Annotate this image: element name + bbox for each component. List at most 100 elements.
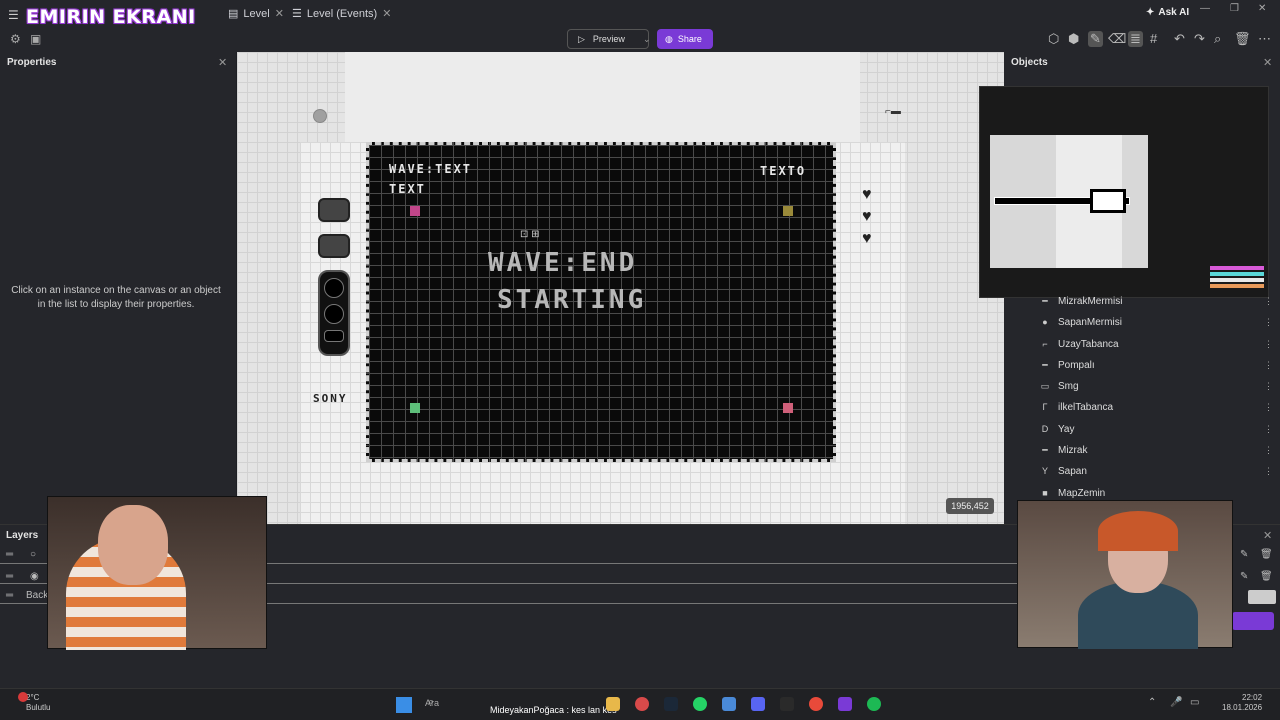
edit-icon[interactable]: ✎ bbox=[1240, 549, 1248, 560]
controller-button[interactable] bbox=[318, 234, 350, 258]
more-icon[interactable]: ⋮ bbox=[1264, 466, 1273, 477]
more-icon[interactable]: ⋮ bbox=[1264, 296, 1273, 307]
more-icon[interactable]: ⋮ bbox=[1264, 381, 1273, 392]
taskbar-clock[interactable]: 22:02 18.01.2026 bbox=[1222, 693, 1262, 713]
trash-icon[interactable]: 🗑 bbox=[1234, 31, 1251, 47]
edit-icon[interactable]: ✎ bbox=[1088, 31, 1103, 47]
app-icon[interactable] bbox=[780, 697, 794, 711]
list-item[interactable]: ▭ Smg ⋮ bbox=[1040, 379, 1273, 393]
controller-button[interactable] bbox=[318, 198, 350, 222]
small-sprite-icon[interactable]: ⊡ ⊞ bbox=[520, 229, 540, 240]
monitor-icon[interactable]: ▭ bbox=[1190, 697, 1199, 708]
spotify-icon[interactable] bbox=[867, 697, 881, 711]
list-item[interactable]: D Yay ⋮ bbox=[1040, 422, 1273, 436]
spawn-marker[interactable] bbox=[783, 403, 793, 413]
spawn-marker[interactable] bbox=[410, 403, 420, 413]
more-icon[interactable]: ⋮ bbox=[1264, 402, 1273, 413]
grid-icon[interactable]: # bbox=[1150, 31, 1157, 46]
layers-icon[interactable]: ≣ bbox=[1128, 31, 1143, 47]
list-item[interactable]: ━ Mizrak ⋮ bbox=[1040, 443, 1273, 457]
cubes-icon[interactable]: ⬢ bbox=[1068, 31, 1079, 47]
windows-start-icon[interactable] bbox=[396, 697, 412, 713]
more-icon[interactable]: ⋮ bbox=[1264, 424, 1273, 435]
shotgun-icon: ━ bbox=[1042, 359, 1048, 370]
hud-text[interactable]: TEXT bbox=[389, 182, 426, 196]
spawn-marker[interactable] bbox=[410, 206, 420, 216]
edit-icon[interactable]: ✎ bbox=[1240, 571, 1248, 582]
add-layer-button[interactable] bbox=[1232, 612, 1274, 630]
discord-icon[interactable] bbox=[751, 697, 765, 711]
chevron-up-icon[interactable]: ⌃ bbox=[1148, 697, 1156, 708]
minimize-icon[interactable]: — bbox=[1200, 3, 1210, 14]
preview-label: Preview bbox=[592, 34, 625, 44]
share-button[interactable]: ◍ Share bbox=[657, 29, 713, 49]
close-icon[interactable]: ✕ bbox=[218, 56, 227, 69]
traffic-light-sprite[interactable] bbox=[318, 270, 350, 356]
hud-wave-text[interactable]: WAVE:TEXT bbox=[389, 162, 472, 176]
tab-level[interactable]: ▤ Level ✕ bbox=[228, 7, 284, 21]
drag-handle-icon[interactable]: ═ bbox=[6, 571, 13, 582]
settings-icon[interactable]: ⚙ bbox=[10, 32, 21, 46]
app-icon[interactable] bbox=[722, 697, 736, 711]
list-item[interactable]: ━ Pompalı ⋮ bbox=[1040, 358, 1273, 372]
steam-icon[interactable] bbox=[664, 697, 678, 711]
whatsapp-icon[interactable] bbox=[693, 697, 707, 711]
spear-icon: ━ bbox=[1042, 295, 1048, 306]
chrome-icon[interactable] bbox=[809, 697, 823, 711]
list-icon: ☰ bbox=[292, 8, 302, 20]
spawn-marker[interactable] bbox=[783, 206, 793, 216]
visibility-icon[interactable]: ○ bbox=[30, 549, 36, 560]
layer-name-back[interactable]: Back bbox=[26, 590, 48, 601]
app-icon[interactable] bbox=[635, 697, 649, 711]
folder-icon[interactable] bbox=[606, 697, 620, 711]
light-square bbox=[324, 330, 344, 342]
preview-button[interactable]: ▷ Preview ⌄ bbox=[567, 29, 651, 49]
wave-starting-text[interactable]: STARTING bbox=[497, 285, 646, 315]
layer-color-swatch[interactable] bbox=[1248, 590, 1276, 604]
drag-handle-icon[interactable]: ═ bbox=[6, 590, 13, 601]
close-icon[interactable]: ✕ bbox=[1263, 529, 1272, 542]
wave-end-text[interactable]: WAVE:END bbox=[488, 248, 637, 278]
list-item[interactable]: Y Sapan ⋮ bbox=[1040, 464, 1273, 478]
ask-ai-button[interactable]: ✦ Ask AI bbox=[1146, 7, 1189, 18]
close-icon[interactable]: ✕ bbox=[1263, 56, 1272, 69]
save-icon[interactable]: ▣ bbox=[30, 32, 41, 46]
drag-handle-icon[interactable]: ═ bbox=[6, 549, 13, 560]
close-window-icon[interactable]: ✕ bbox=[1258, 3, 1266, 14]
circle-instance[interactable] bbox=[313, 109, 327, 123]
list-item[interactable]: ΓilkelTabanca ⋮ bbox=[1040, 400, 1273, 414]
more-icon[interactable]: ⋮ bbox=[1264, 317, 1273, 328]
trash-icon[interactable]: 🗑 bbox=[1260, 549, 1273, 560]
more-icon[interactable]: ⋮ bbox=[1264, 445, 1273, 456]
close-icon[interactable]: ✕ bbox=[382, 7, 391, 20]
weapon-preview-image bbox=[990, 135, 1148, 268]
weather-widget[interactable]: 2°C Bulutlu bbox=[26, 693, 50, 713]
list-item[interactable]: ━ MizrakMermisi ⋮ bbox=[1040, 294, 1273, 308]
gdevelop-icon[interactable] bbox=[838, 697, 852, 711]
trash-icon[interactable]: 🗑 bbox=[1260, 571, 1273, 582]
redo-icon[interactable]: ↷ bbox=[1194, 31, 1205, 47]
hud-texto[interactable]: TEXTO bbox=[760, 164, 806, 178]
close-icon[interactable]: ✕ bbox=[275, 7, 284, 20]
list-item[interactable]: ■ MapZemin bbox=[1040, 486, 1238, 500]
zoom-icon[interactable]: ⌕ bbox=[1214, 31, 1221, 47]
more-icon[interactable]: ⋯ bbox=[1258, 31, 1271, 47]
list-item[interactable]: ⌐ UzayTabanca ⋮ bbox=[1040, 337, 1273, 351]
more-icon[interactable]: ⋮ bbox=[1264, 360, 1273, 371]
eraser-icon[interactable]: ⌫ bbox=[1108, 31, 1126, 47]
more-icon[interactable]: ⋮ bbox=[1264, 339, 1273, 350]
heart-icon[interactable]: ♥ ♥ ♥ bbox=[862, 184, 872, 250]
maximize-icon[interactable]: ❐ bbox=[1230, 3, 1239, 14]
console-brand-label[interactable]: SONY bbox=[313, 392, 348, 405]
visibility-icon[interactable]: ◉ bbox=[30, 571, 39, 582]
chevron-down-icon[interactable]: ⌄ bbox=[643, 34, 651, 45]
sparkle-icon: ✦ bbox=[1146, 7, 1155, 18]
weapon-sprite-icon[interactable]: ⌐▬ bbox=[885, 106, 901, 117]
menu-icon[interactable]: ☰ bbox=[8, 8, 19, 22]
microphone-icon[interactable]: 🎤 bbox=[1170, 697, 1182, 708]
cube-icon[interactable]: ⬡ bbox=[1048, 31, 1059, 47]
tab-level-events[interactable]: ☰ Level (Events) ✕ bbox=[292, 7, 391, 21]
taskbar-search[interactable]: Ara bbox=[425, 698, 439, 708]
list-item[interactable]: ● SapanMermisi ⋮ bbox=[1040, 315, 1273, 329]
undo-icon[interactable]: ↶ bbox=[1174, 31, 1185, 47]
